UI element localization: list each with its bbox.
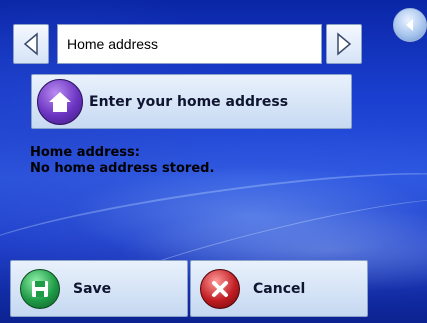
cancel-x-icon [200, 268, 240, 309]
cancel-label: Cancel [253, 280, 306, 297]
previous-button[interactable] [13, 24, 49, 64]
back-button[interactable] [393, 8, 427, 42]
title-field: Home address [57, 24, 322, 64]
home-address-value: No home address stored. [30, 161, 215, 176]
chevron-left-icon [23, 32, 38, 56]
save-button[interactable]: Save [10, 260, 188, 317]
save-label: Save [73, 280, 112, 297]
floppy-disk-icon [20, 268, 60, 309]
title-text: Home address [67, 36, 159, 52]
enter-home-address-label: Enter your home address [89, 93, 289, 110]
cancel-button[interactable]: Cancel [190, 260, 368, 317]
enter-home-address-button[interactable]: Enter your home address [31, 74, 352, 129]
home-address-heading: Home address: [30, 145, 140, 160]
back-arrow-icon [406, 19, 413, 31]
chevron-right-icon [337, 32, 352, 56]
house-icon [37, 78, 83, 125]
next-button[interactable] [326, 24, 362, 64]
home-address-info: Home address: No home address stored. [30, 145, 214, 177]
